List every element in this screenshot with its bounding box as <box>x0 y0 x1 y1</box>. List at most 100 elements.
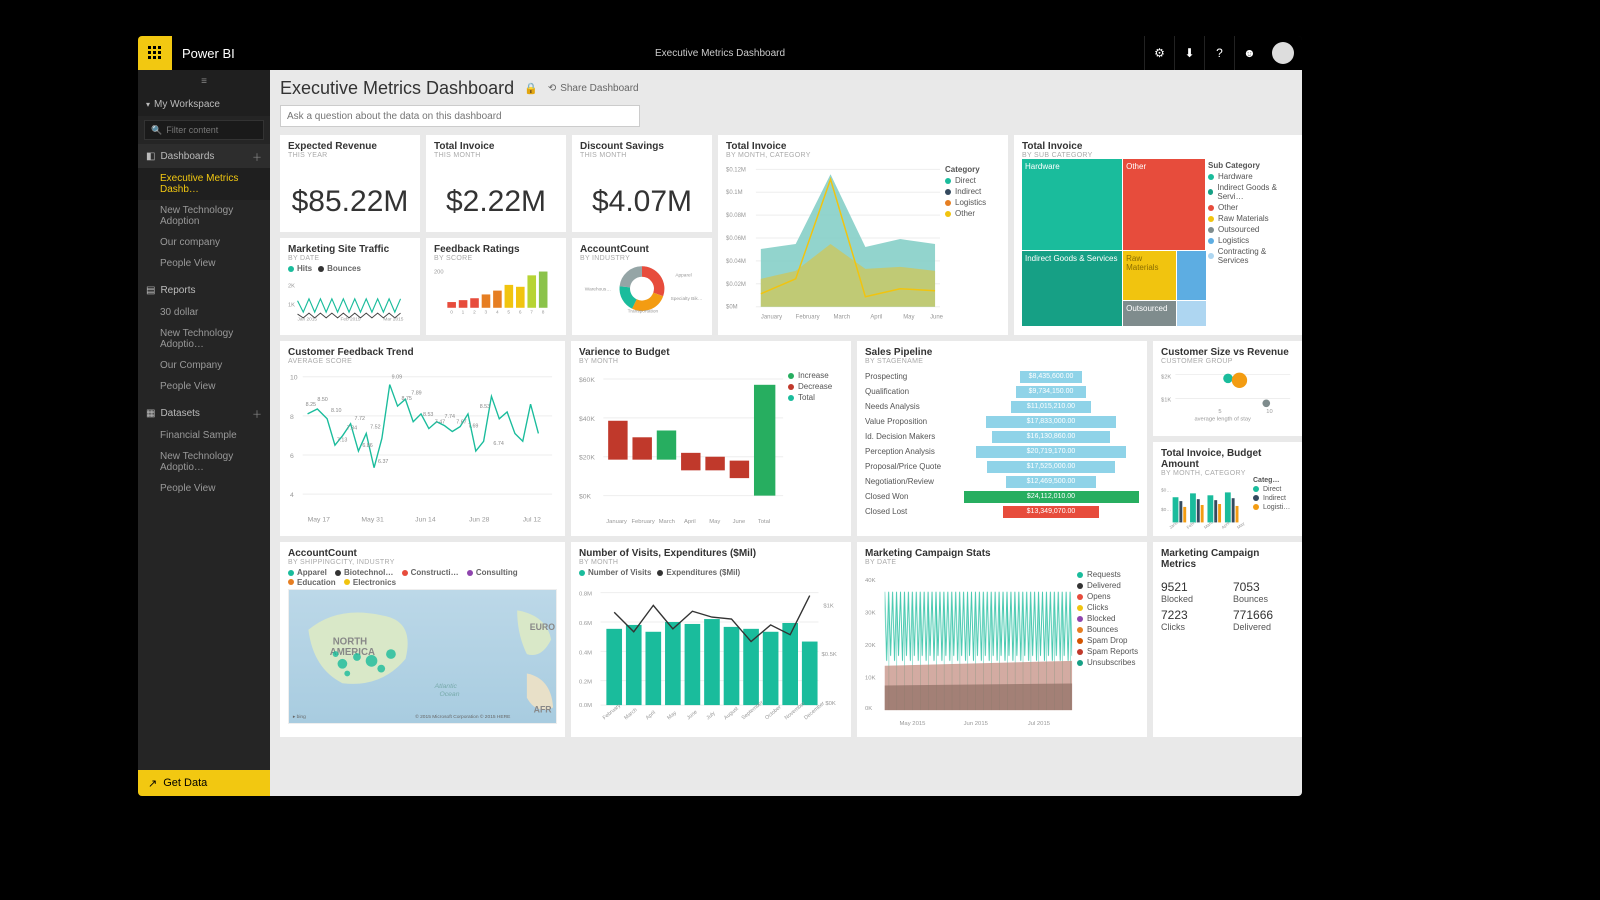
feedback-button[interactable]: ☻ <box>1234 36 1264 70</box>
tile-total-invoice-category[interactable]: Total Invoice BY MONTH, CATEGORY $0.12M$… <box>718 135 1008 335</box>
svg-text:$0K: $0K <box>825 701 836 707</box>
svg-text:1: 1 <box>462 309 465 314</box>
chevron-down-icon: ▾ <box>146 100 150 109</box>
settings-button[interactable]: ⚙ <box>1144 36 1174 70</box>
tile-accountcount-industry[interactable]: AccountCount BY INDUSTRY Warehous… <box>572 238 712 335</box>
svg-text:June: June <box>686 709 699 721</box>
tile-total-invoice-subcategory[interactable]: Total Invoice BY SUB CATEGORY Hardware O… <box>1014 135 1302 335</box>
svg-text:8: 8 <box>542 309 545 314</box>
svg-text:$0.5K: $0.5K <box>821 652 836 658</box>
sidebar-item-dashboard[interactable]: People View <box>138 253 270 274</box>
svg-text:May 17: May 17 <box>308 517 331 524</box>
svg-text:0K: 0K <box>865 706 872 712</box>
donut-chart: Warehous… Apparel Specialty Bik… Transpo… <box>580 262 704 314</box>
section-datasets[interactable]: ▦Datasets ＋ <box>138 401 270 425</box>
section-dashboards[interactable]: ◧Dashboards ＋ <box>138 144 270 168</box>
tile-total-invoice-budget[interactable]: Total Invoice, Budget Amount BY MONTH, C… <box>1153 442 1302 537</box>
svg-text:April: April <box>684 519 696 525</box>
svg-text:July: July <box>705 710 716 721</box>
svg-text:8.10: 8.10 <box>331 408 341 414</box>
combo-chart: 0.8M0.6M0.4M0.2M0.0M $1K$0.5K$0K Februar… <box>579 578 843 725</box>
svg-text:AFR: AFR <box>534 704 553 714</box>
svg-text:February: February <box>796 315 820 321</box>
add-dashboard-button[interactable]: ＋ <box>252 149 262 164</box>
tile-marketing-campaign-metrics[interactable]: Marketing Campaign Metrics 9521Blocked 7… <box>1153 542 1302 737</box>
sidebar-item-exec-dashboard[interactable]: Executive Metrics Dashb… <box>138 168 270 200</box>
sidebar-item-report[interactable]: 30 dollar <box>138 302 270 323</box>
tile-marketing-site-traffic[interactable]: Marketing Site Traffic BY DATE HitsBounc… <box>280 238 420 335</box>
svg-text:NORTH: NORTH <box>333 636 367 647</box>
sidebar-item-dashboard[interactable]: New Technology Adoption <box>138 200 270 232</box>
datasets-icon: ▦ <box>146 408 155 419</box>
svg-text:$40K: $40K <box>579 416 595 423</box>
funnel-row: Closed Lost$13,349,070.00 <box>865 504 1139 519</box>
get-data-button[interactable]: ↗ Get Data <box>138 770 270 796</box>
svg-text:Jun 14: Jun 14 <box>415 517 436 524</box>
sidebar-item-dataset[interactable]: People View <box>138 478 270 499</box>
svg-text:2: 2 <box>473 309 476 314</box>
svg-text:7.74: 7.74 <box>445 414 455 420</box>
sidebar-item-report[interactable]: Our Company <box>138 355 270 376</box>
add-dataset-button[interactable]: ＋ <box>252 406 262 421</box>
svg-text:7.67: 7.67 <box>456 420 466 426</box>
svg-text:October: October <box>764 704 783 721</box>
tile-visits-expenditures[interactable]: Number of Visits, Expenditures ($Mil) BY… <box>571 542 851 737</box>
line-chart: 2K1K Jan 2015Feb 2015Mar 2015 <box>288 274 412 322</box>
tile-expected-revenue[interactable]: Expected Revenue THIS YEAR $85.22M <box>280 135 420 232</box>
svg-text:6: 6 <box>290 453 294 460</box>
svg-text:$0…: $0… <box>1161 487 1171 493</box>
svg-text:8: 8 <box>290 414 294 421</box>
sidebar-item-report[interactable]: New Technology Adoptio… <box>138 323 270 355</box>
tile-customer-feedback-trend[interactable]: Customer Feedback Trend AVERAGE SCORE 10… <box>280 341 565 536</box>
svg-text:0.4M: 0.4M <box>579 650 592 656</box>
qa-input[interactable] <box>280 105 640 127</box>
svg-text:4: 4 <box>290 492 294 499</box>
sidebar-item-dashboard[interactable]: Our company <box>138 232 270 253</box>
logistics-block-icon <box>1177 251 1206 301</box>
svg-text:3: 3 <box>485 309 488 314</box>
svg-text:$60K: $60K <box>579 377 595 384</box>
svg-text:2K: 2K <box>288 283 295 289</box>
app-launcher-button[interactable] <box>138 36 172 70</box>
svg-text:8.53: 8.53 <box>423 412 433 418</box>
svg-text:7.47: 7.47 <box>435 420 445 426</box>
svg-text:May 2015: May 2015 <box>900 721 927 727</box>
svg-text:8.75: 8.75 <box>401 396 411 402</box>
tile-discount-savings[interactable]: Discount Savings THIS MONTH $4.07M <box>572 135 712 232</box>
svg-text:May: May <box>903 315 914 321</box>
svg-text:0: 0 <box>450 309 453 314</box>
tile-marketing-campaign-stats[interactable]: Marketing Campaign Stats BY DATE 40K30K2… <box>857 542 1147 737</box>
share-dashboard-button[interactable]: ⟲ Share Dashboard <box>548 83 639 94</box>
hamburger-icon: ≡ <box>201 76 207 87</box>
tile-feedback-ratings[interactable]: Feedback Ratings BY SCORE 200 012345678 <box>426 238 566 335</box>
area-chart: $0.12M$0.1M$0.08M$0.06M$0.04M$0.02M$0M J… <box>726 159 945 324</box>
tile-total-invoice-month[interactable]: Total Invoice THIS MONTH $2.22M <box>426 135 566 232</box>
grouped-bar-chart: $0…$0… Janu…Febr…Marc…AprilMay <box>1161 477 1253 532</box>
tile-accountcount-map[interactable]: AccountCount BY SHIPPINGCITY, INDUSTRY A… <box>280 542 565 737</box>
download-button[interactable]: ⬇ <box>1174 36 1204 70</box>
sidebar-item-dataset[interactable]: New Technology Adoptio… <box>138 446 270 478</box>
share-icon: ⟲ <box>548 83 556 94</box>
sidebar-item-dataset[interactable]: Financial Sample <box>138 425 270 446</box>
search-icon: 🔍 <box>151 125 162 136</box>
svg-text:Feb 2015: Feb 2015 <box>340 316 360 321</box>
tile-customer-size-vs-revenue[interactable]: Customer Size vs Revenue CUSTOMER GROUP … <box>1153 341 1302 436</box>
svg-text:7.34: 7.34 <box>347 426 357 432</box>
svg-text:Transportation: Transportation <box>628 309 659 315</box>
svg-text:Febr…: Febr… <box>1186 517 1199 529</box>
user-avatar[interactable] <box>1272 42 1294 64</box>
svg-text:7.52: 7.52 <box>370 425 380 431</box>
funnel-row: Value Proposition$17,833,000.00 <box>865 414 1139 429</box>
workspace-selector[interactable]: ▾ My Workspace <box>138 92 270 116</box>
sidebar-item-report[interactable]: People View <box>138 376 270 397</box>
funnel-row: Proposal/Price Quote$17,525,000.00 <box>865 459 1139 474</box>
svg-text:$1K: $1K <box>823 603 834 609</box>
app-window: Power BI Executive Metrics Dashboard ⚙ ⬇… <box>138 36 1302 796</box>
sidebar-search-input[interactable]: 🔍 Filter content <box>144 120 264 140</box>
section-reports[interactable]: ▤Reports <box>138 278 270 302</box>
help-button[interactable]: ? <box>1204 36 1234 70</box>
tile-variance-to-budget[interactable]: Varience to Budget BY MONTH $60K$40K$20K… <box>571 341 851 536</box>
help-icon: ? <box>1216 46 1223 60</box>
tile-sales-pipeline[interactable]: Sales Pipeline BY STAGENAME Prospecting$… <box>857 341 1147 536</box>
sidebar-collapse-button[interactable]: ≡ <box>138 70 270 92</box>
